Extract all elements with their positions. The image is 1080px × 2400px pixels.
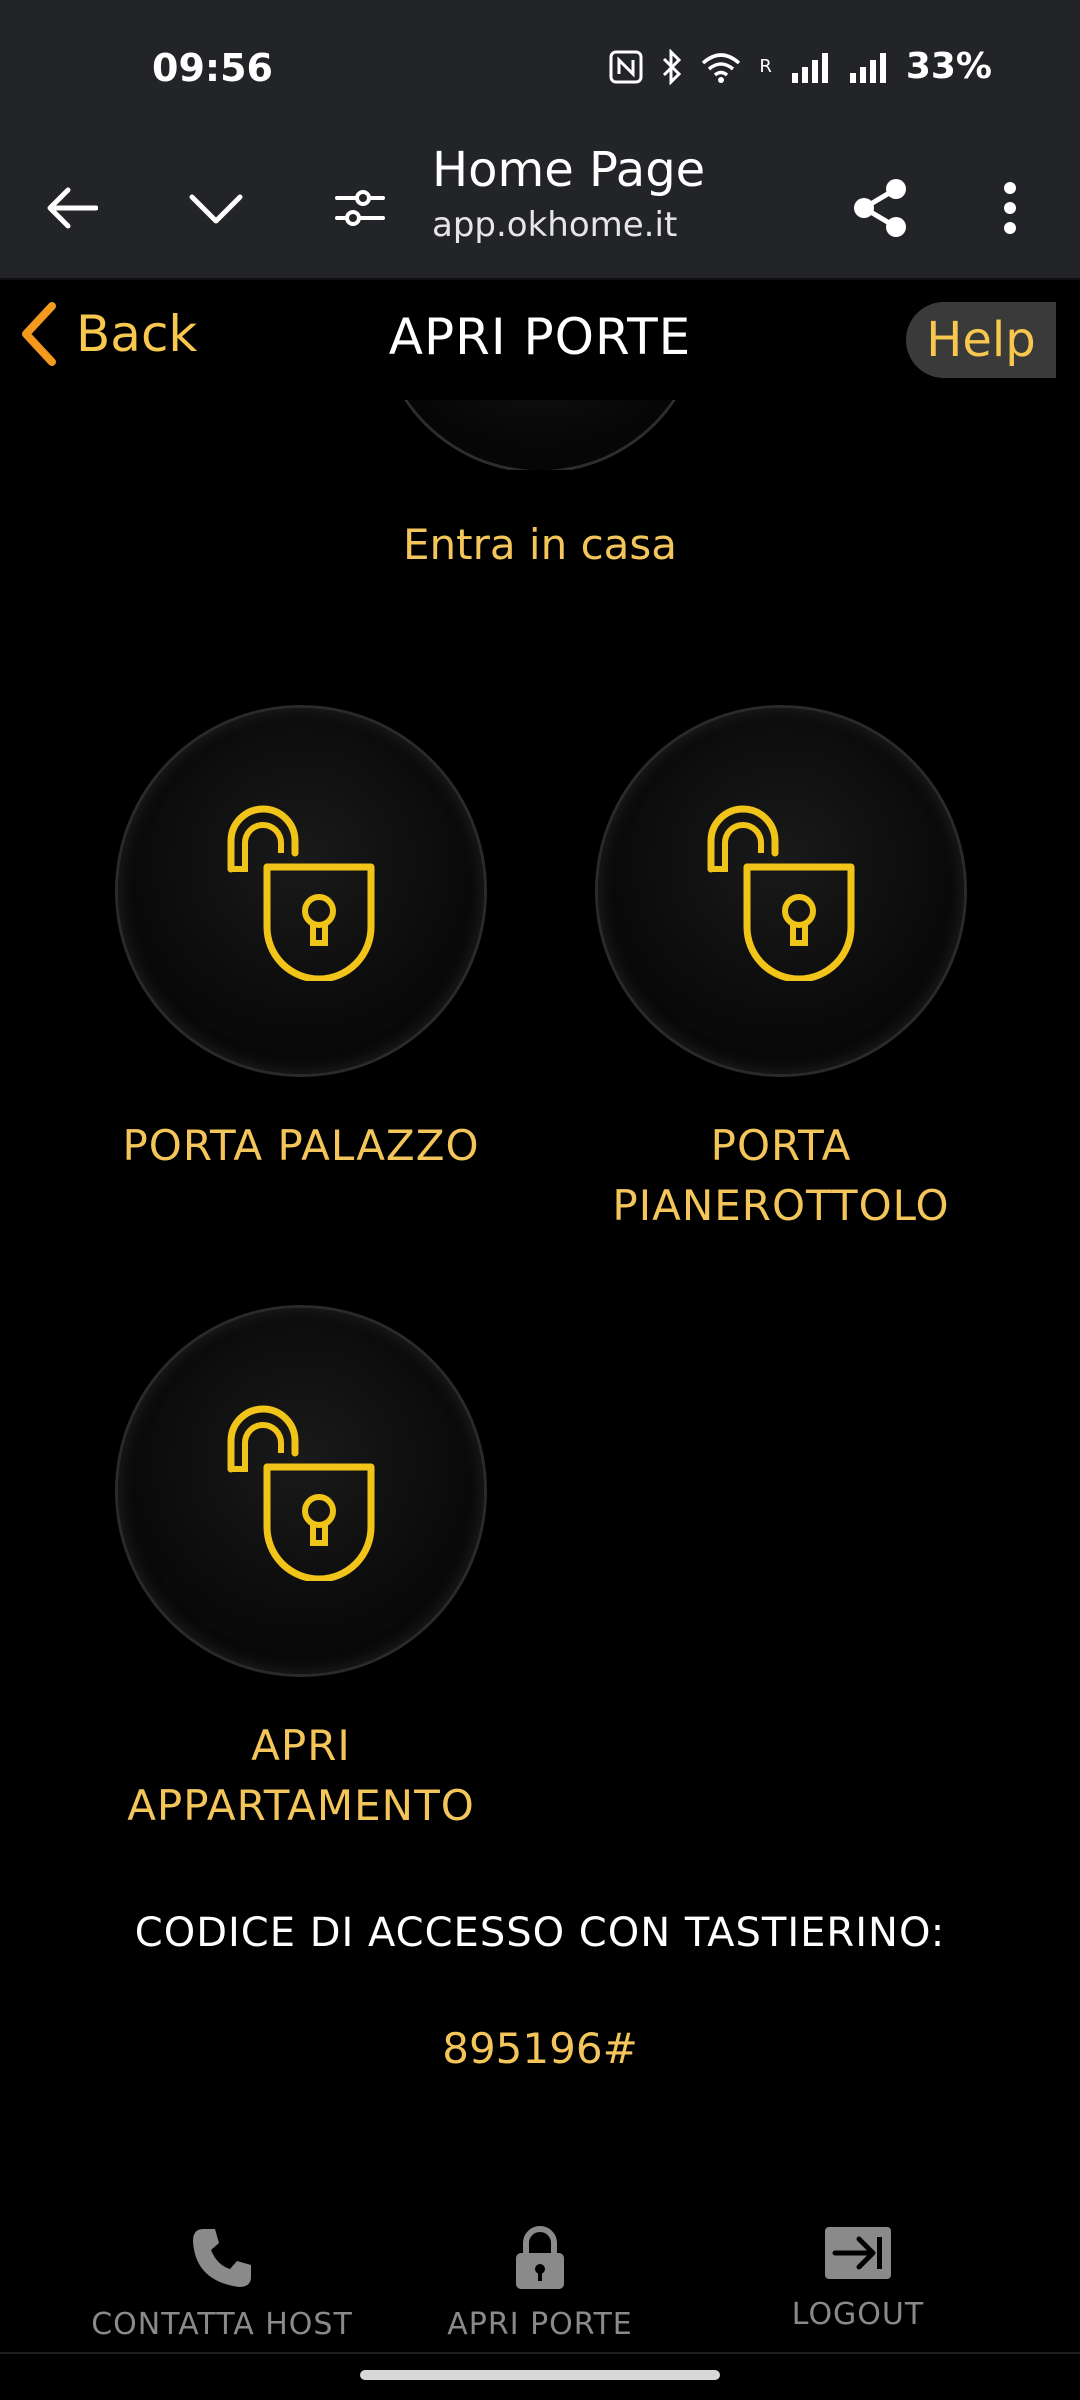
nav-divider <box>0 2352 1080 2354</box>
status-time: 09:56 <box>152 46 273 90</box>
nav-logout[interactable]: LOGOUT <box>678 2225 1038 2332</box>
gesture-handle[interactable] <box>360 2370 720 2380</box>
apri-appartamento-button[interactable] <box>118 1308 484 1674</box>
site-settings-button[interactable] <box>312 160 408 256</box>
door-label-line1: PORTA PALAZZO <box>122 1121 480 1170</box>
bluetooth-icon <box>661 48 683 85</box>
door-label-line1: PORTA <box>710 1121 852 1170</box>
battery-percentage: 33% <box>905 46 992 87</box>
collapse-button[interactable] <box>168 160 264 256</box>
unlock-icon <box>707 805 855 981</box>
enter-home-circle <box>380 400 700 470</box>
more-options-button[interactable] <box>962 160 1058 256</box>
nav-label: CONTATTA HOST <box>91 2307 353 2342</box>
signal-icon-2 <box>848 51 888 83</box>
access-code-value: 895196# <box>442 2024 638 2073</box>
nav-label: LOGOUT <box>791 2297 925 2332</box>
porta-palazzo-label: PORTA PALAZZO <box>80 1116 522 1176</box>
porta-pianerottolo-button[interactable] <box>598 708 964 1074</box>
share-button[interactable] <box>832 160 928 256</box>
apri-appartamento-label: APRI APPARTAMENTO <box>80 1716 522 1836</box>
browser-url[interactable]: app.okhome.it <box>432 205 677 245</box>
back-arrow-button[interactable] <box>24 160 120 256</box>
back-arrow-icon <box>47 187 98 229</box>
door-label-line1: APRI <box>251 1721 351 1770</box>
logout-icon <box>825 2227 891 2279</box>
phone-icon <box>193 2229 251 2287</box>
chevron-down-icon <box>189 194 243 224</box>
enter-home-button[interactable] <box>380 400 700 470</box>
nav-apri-porte[interactable]: APRI PORTE <box>360 2225 720 2342</box>
door-label-line2: APPARTAMENTO <box>127 1781 475 1830</box>
wifi-icon <box>701 51 741 83</box>
access-code-label: CODICE DI ACCESSO CON TASTIERINO: <box>134 1910 946 1956</box>
nfc-icon <box>609 50 643 84</box>
nav-contatta-host[interactable]: CONTATTA HOST <box>42 2225 402 2342</box>
help-button[interactable]: Help <box>906 302 1056 378</box>
door-label-line2: PIANEROTTOLO <box>612 1181 950 1230</box>
lock-icon <box>516 2226 564 2289</box>
porta-pianerottolo-label: PORTA PIANEROTTOLO <box>560 1116 1002 1236</box>
share-icon <box>854 179 906 237</box>
nav-label: APRI PORTE <box>447 2307 633 2342</box>
tune-icon <box>335 190 385 226</box>
browser-page-title: Home Page <box>432 142 706 198</box>
unlock-icon <box>227 805 375 981</box>
unlock-icon <box>227 1405 375 1581</box>
porta-palazzo-button[interactable] <box>118 708 484 1074</box>
status-icons: R 33% <box>609 46 992 87</box>
signal-icon <box>790 51 830 83</box>
enter-home-label: Entra in casa <box>402 520 678 569</box>
more-vert-icon <box>1004 182 1016 234</box>
network-roaming-label: R <box>759 56 772 77</box>
